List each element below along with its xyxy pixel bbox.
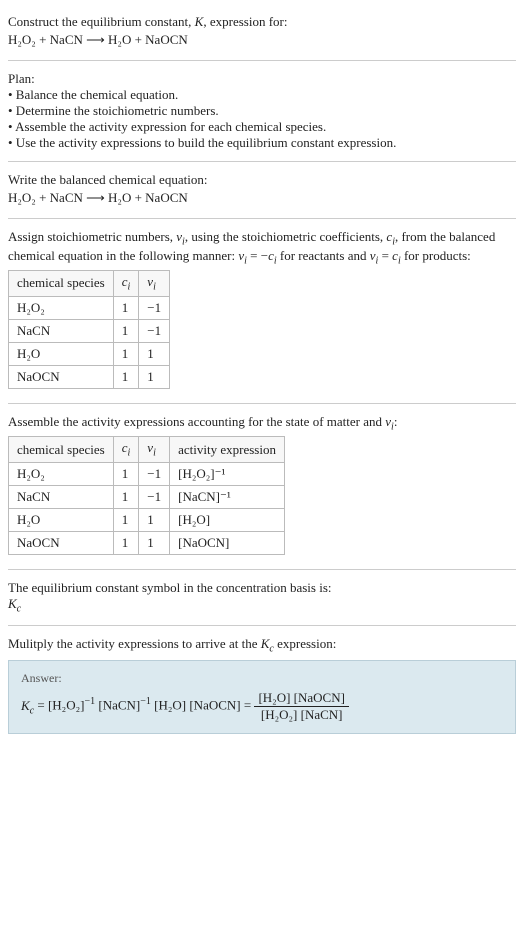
cell-expr: [NaCN]⁻¹ xyxy=(170,485,285,508)
cell-c: 1 xyxy=(113,508,139,531)
col-species: chemical species xyxy=(9,271,114,297)
cell-v: −1 xyxy=(139,462,170,485)
stoich-heading: Assign stoichiometric numbers, νi, using… xyxy=(8,229,516,266)
table-row: H₂O₂ 1 −1 xyxy=(9,296,170,319)
balanced-heading: Write the balanced chemical equation: xyxy=(8,172,516,188)
cell-species: H₂O₂ xyxy=(9,296,114,319)
cell-c: 1 xyxy=(113,531,139,554)
cell-species: H₂O₂ xyxy=(9,462,114,485)
plan-item: • Determine the stoichiometric numbers. xyxy=(8,103,516,119)
col-activity: activity expression xyxy=(170,437,285,463)
cell-species: H₂O xyxy=(9,508,114,531)
table-header-row: chemical species ci νi xyxy=(9,271,170,297)
multiply-section: Mulitply the activity expressions to arr… xyxy=(8,630,516,747)
col-ci: ci xyxy=(113,437,139,463)
cell-c: 1 xyxy=(113,462,139,485)
col-vi: νi xyxy=(139,271,170,297)
plan-item: • Assemble the activity expression for e… xyxy=(8,119,516,135)
cell-species: NaCN xyxy=(9,485,114,508)
table-header-row: chemical species ci νi activity expressi… xyxy=(9,437,285,463)
col-vi: νi xyxy=(139,437,170,463)
table-row: NaCN 1 −1 [NaCN]⁻¹ xyxy=(9,485,285,508)
cell-c: 1 xyxy=(113,485,139,508)
table-row: H₂O 1 1 xyxy=(9,342,170,365)
cell-expr: [NaOCN] xyxy=(170,531,285,554)
symbol-value: Kc xyxy=(8,596,516,615)
cell-c: 1 xyxy=(113,296,139,319)
cell-v: −1 xyxy=(139,319,170,342)
plan-section: Plan: • Balance the chemical equation. •… xyxy=(8,65,516,157)
cell-v: 1 xyxy=(139,365,170,388)
prompt-section: Construct the equilibrium constant, K, e… xyxy=(8,8,516,56)
table-row: NaCN 1 −1 xyxy=(9,319,170,342)
stoich-table: chemical species ci νi H₂O₂ 1 −1 NaCN 1 … xyxy=(8,270,170,389)
plan-item: • Balance the chemical equation. xyxy=(8,87,516,103)
divider xyxy=(8,569,516,570)
cell-species: NaOCN xyxy=(9,531,114,554)
cell-v: −1 xyxy=(139,485,170,508)
plan-heading: Plan: xyxy=(8,71,516,87)
divider xyxy=(8,218,516,219)
symbol-section: The equilibrium constant symbol in the c… xyxy=(8,574,516,621)
answer-box: Answer: Kc = [H₂O₂]−1 [NaCN]−1 [H₂O] [Na… xyxy=(8,660,516,734)
fraction-denominator: [H₂O₂] [NaCN] xyxy=(254,707,348,723)
activity-section: Assemble the activity expressions accoun… xyxy=(8,408,516,565)
plan-item: • Use the activity expressions to build … xyxy=(8,135,516,151)
table-row: H₂O 1 1 [H₂O] xyxy=(9,508,285,531)
fraction-numerator: [H₂O] [NaOCN] xyxy=(254,690,348,707)
multiply-heading: Mulitply the activity expressions to arr… xyxy=(8,636,516,655)
balanced-equation: H₂O₂ + NaCN ⟶ H₂O + NaOCN xyxy=(8,190,516,206)
balanced-section: Write the balanced chemical equation: H₂… xyxy=(8,166,516,214)
cell-species: NaCN xyxy=(9,319,114,342)
cell-c: 1 xyxy=(113,319,139,342)
table-row: NaOCN 1 1 xyxy=(9,365,170,388)
cell-v: 1 xyxy=(139,531,170,554)
prompt-equation: H₂O₂ + NaCN ⟶ H₂O + NaOCN xyxy=(8,32,516,48)
activity-table: chemical species ci νi activity expressi… xyxy=(8,436,285,555)
divider xyxy=(8,60,516,61)
symbol-heading: The equilibrium constant symbol in the c… xyxy=(8,580,516,596)
divider xyxy=(8,403,516,404)
cell-species: NaOCN xyxy=(9,365,114,388)
cell-v: −1 xyxy=(139,296,170,319)
table-row: NaOCN 1 1 [NaOCN] xyxy=(9,531,285,554)
answer-fraction: [H₂O] [NaOCN] [H₂O₂] [NaCN] xyxy=(254,690,348,723)
col-species: chemical species xyxy=(9,437,114,463)
cell-c: 1 xyxy=(113,365,139,388)
cell-c: 1 xyxy=(113,342,139,365)
answer-expression: Kc = [H₂O₂]−1 [NaCN]−1 [H₂O] [NaOCN] = [… xyxy=(21,690,503,723)
prompt-title: Construct the equilibrium constant, K, e… xyxy=(8,14,516,30)
divider xyxy=(8,161,516,162)
cell-expr: [H₂O₂]⁻¹ xyxy=(170,462,285,485)
stoich-section: Assign stoichiometric numbers, νi, using… xyxy=(8,223,516,399)
col-ci: ci xyxy=(113,271,139,297)
cell-v: 1 xyxy=(139,508,170,531)
table-row: H₂O₂ 1 −1 [H₂O₂]⁻¹ xyxy=(9,462,285,485)
cell-expr: [H₂O] xyxy=(170,508,285,531)
cell-species: H₂O xyxy=(9,342,114,365)
divider xyxy=(8,625,516,626)
activity-heading: Assemble the activity expressions accoun… xyxy=(8,414,516,433)
answer-label: Answer: xyxy=(21,671,503,686)
cell-v: 1 xyxy=(139,342,170,365)
